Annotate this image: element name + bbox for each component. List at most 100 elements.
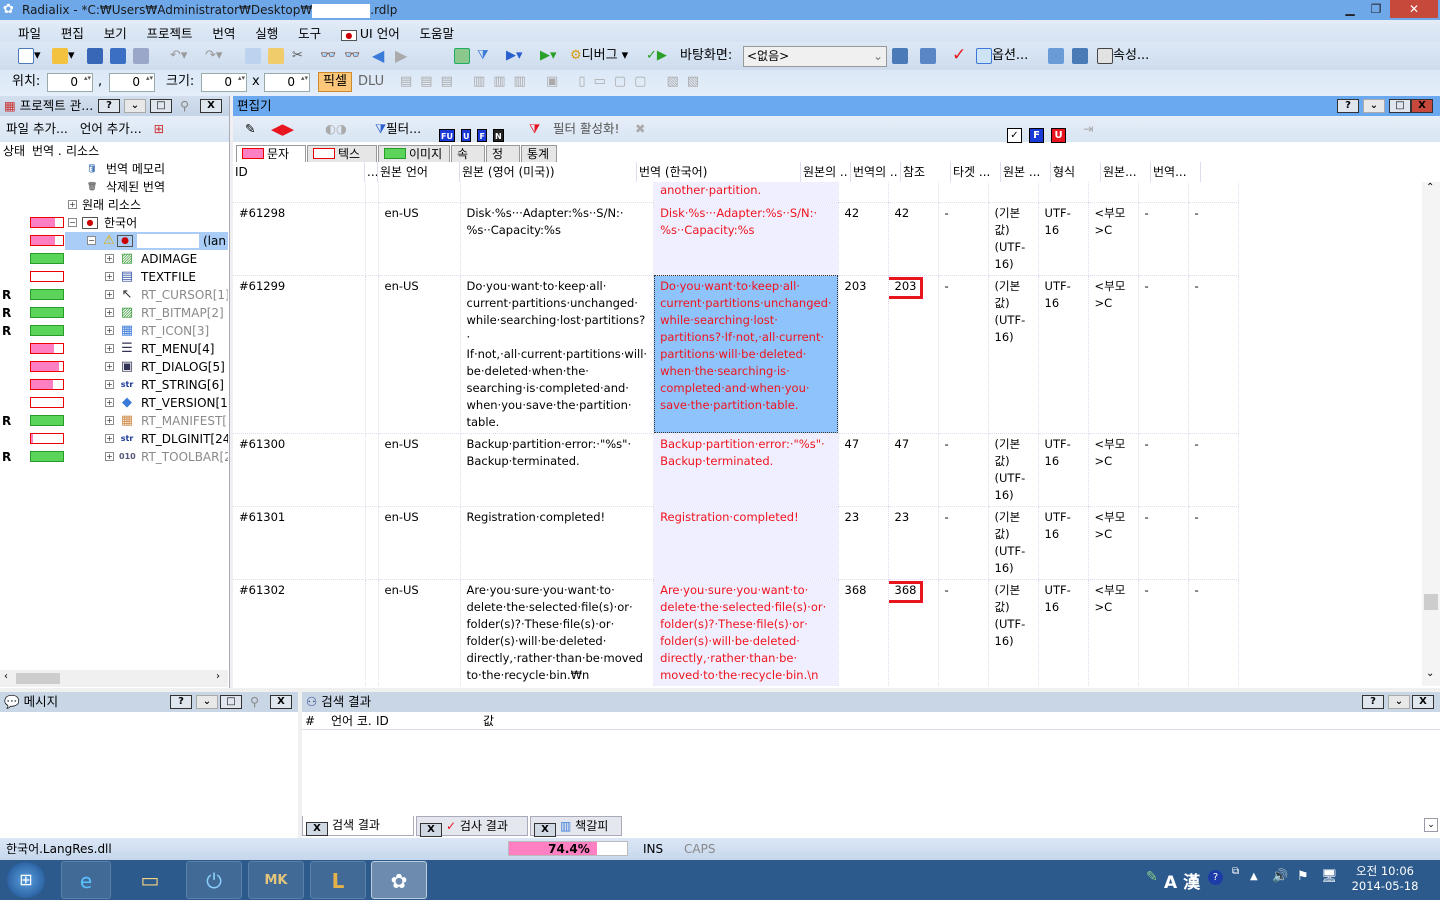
search-close-button[interactable]: X xyxy=(1412,695,1434,709)
column-header[interactable]: 번역의 .. xyxy=(851,162,901,182)
maximize-button[interactable]: □ xyxy=(150,99,172,113)
step-icon[interactable]: ✓▶ xyxy=(646,45,667,67)
column-header[interactable]: 원본... xyxy=(1101,162,1151,182)
open-folder-icon[interactable]: ▾ xyxy=(52,45,75,67)
volume-icon[interactable]: 🔊 xyxy=(1272,869,1288,884)
column-header[interactable]: 원본 언어 xyxy=(378,162,460,182)
dlu-unit-button[interactable]: DLU xyxy=(358,71,384,93)
scroll-up-icon[interactable]: ⌃ xyxy=(1426,182,1434,193)
tree-item[interactable]: R +010 RT_TOOLBAR[2 xyxy=(0,448,228,466)
tree-item[interactable]: − ⚠ ● (lan xyxy=(0,232,228,250)
refresh-icon[interactable] xyxy=(454,45,470,67)
save-icon[interactable] xyxy=(87,45,103,67)
show-checked-toggle[interactable]: ✓ xyxy=(1007,128,1022,143)
column-header[interactable]: 참조 xyxy=(901,162,951,182)
dictionary-icon[interactable] xyxy=(1048,45,1064,67)
help-button[interactable]: ? xyxy=(98,99,120,113)
expand-icon[interactable]: + xyxy=(105,326,114,335)
search-col-number[interactable]: # xyxy=(305,712,315,730)
column-header[interactable]: 원본의 .. xyxy=(801,162,851,182)
column-header[interactable]: 원본 ... xyxy=(1001,162,1051,182)
taskbar-league-icon[interactable]: L xyxy=(310,861,366,899)
editor-maximize-button[interactable]: □ xyxy=(1389,99,1411,113)
desktop-select[interactable]: <없음> ⌄ xyxy=(743,46,887,67)
vertical-scroll-thumb[interactable] xyxy=(1424,594,1438,610)
vertical-scrollbar[interactable]: ⌃ ⌄ xyxy=(1422,182,1440,686)
properties-button[interactable]: 속성... xyxy=(1097,45,1149,67)
messages-help-button[interactable]: ? xyxy=(170,695,192,709)
expand-icon[interactable]: + xyxy=(105,380,114,389)
col-status[interactable]: 상태 xyxy=(3,142,25,160)
debug-button[interactable]: ⚙디버그 ▾ xyxy=(570,45,628,67)
expand-icon[interactable]: + xyxy=(105,398,114,407)
restore-langbar-icon[interactable]: ⧉ xyxy=(1232,866,1239,877)
tab-bookmarks[interactable]: X ▥ 책갈피 xyxy=(530,816,622,837)
clock[interactable]: 오전 10:06 2014-05-18 xyxy=(1350,864,1420,894)
table-row[interactable]: #61301 en-US Registration·completed! Regist… xyxy=(233,506,1239,580)
table-row[interactable]: #61300 en-US Backup·partition·error:·"%s"·… xyxy=(233,433,1239,507)
save-all-icon[interactable] xyxy=(110,45,126,67)
tree-item[interactable]: + ▤ TEXTFILE xyxy=(0,268,228,286)
clear-filter-icon[interactable]: ⧩ xyxy=(529,116,540,142)
editor-close-button[interactable]: X xyxy=(1411,99,1433,113)
tab-5[interactable]: 통계 xyxy=(521,145,557,163)
tree-item[interactable]: + ☰ RT_MENU[4] xyxy=(0,340,228,358)
expand-icon[interactable]: + xyxy=(105,290,114,299)
col-resources[interactable]: 리소스 xyxy=(66,142,99,160)
taskbar-power-icon[interactable]: ⏻ xyxy=(186,861,242,899)
replace-icon[interactable]: 👓 xyxy=(344,45,360,67)
copy-icon[interactable] xyxy=(245,45,261,67)
tree-item[interactable]: + ▨ ADIMAGE xyxy=(0,250,228,268)
tabs-dropdown-icon[interactable]: ⌄ xyxy=(1424,818,1438,832)
show-hidden-icons[interactable]: ▲ xyxy=(1250,871,1258,882)
expand-icon[interactable]: + xyxy=(105,452,114,461)
messages-maximize-button[interactable]: □ xyxy=(220,695,242,709)
tab-3[interactable]: 속성 xyxy=(451,145,485,177)
col-translation[interactable]: 번역 . xyxy=(32,142,62,160)
filter-u-icon[interactable]: U xyxy=(460,129,472,142)
size-height-input[interactable]: 0 xyxy=(264,73,310,92)
position-x-input[interactable]: 0 xyxy=(47,73,93,92)
expand-icon[interactable]: + xyxy=(105,272,114,281)
tree-item[interactable]: − ● 한국어 xyxy=(0,214,228,232)
cell-translation[interactable]: Disk·%s···Adapter:%s··S/N:· %s··Capacity… xyxy=(653,202,839,276)
messages-close-button[interactable]: X xyxy=(270,695,292,709)
help-icon[interactable]: ? xyxy=(1208,870,1223,885)
back-arrow-icon[interactable]: ◀ xyxy=(372,45,384,67)
filter-n-icon[interactable]: N xyxy=(492,129,504,142)
search-col-lang[interactable]: 언어 코. xyxy=(331,712,372,730)
tree-item[interactable]: + ▣ RT_DIALOG[5] xyxy=(0,358,228,376)
column-header[interactable]: 번역... xyxy=(1151,162,1201,182)
run-debug-icon[interactable]: ▶▾ xyxy=(540,45,557,67)
cell-translation[interactable]: Do·you·want·to·keep·all· current·partiti… xyxy=(653,275,839,434)
tree-item[interactable]: + str RT_STRING[6] xyxy=(0,376,228,394)
scroll-right-icon[interactable]: › xyxy=(216,671,220,682)
table-row[interactable]: #61302 en-US Are·you·sure·you·want·to· del… xyxy=(233,579,1239,686)
taskbar-explorer-icon[interactable]: ▭ xyxy=(125,861,175,899)
tree-item[interactable]: + ◆ RT_VERSION[1 xyxy=(0,394,228,412)
tree-item[interactable]: + str RT_DLGINIT[24 xyxy=(0,430,228,448)
action-center-flag-icon[interactable]: ⚑ xyxy=(1297,869,1309,884)
dropdown-button[interactable]: ⌄ xyxy=(124,99,146,113)
redo-icon[interactable]: ↷▾ xyxy=(205,45,222,67)
save-desktop-icon[interactable] xyxy=(892,45,908,67)
tree-item[interactable]: R + ▦ RT_ICON[3] xyxy=(0,322,228,340)
messages-pin-icon[interactable]: ⚲ xyxy=(250,692,259,712)
pixel-unit-button[interactable]: 픽셀 xyxy=(318,72,352,92)
close-panel-button[interactable]: X xyxy=(200,99,222,113)
print-icon[interactable] xyxy=(133,45,149,67)
tree-item[interactable]: 🛢 번역 메모리 xyxy=(0,160,228,178)
tab-4[interactable]: 정보 xyxy=(486,145,520,177)
add-file-button[interactable]: 파일 추가... xyxy=(6,121,68,136)
horizontal-scrollbar[interactable]: ‹ › xyxy=(0,670,228,687)
paste-icon[interactable] xyxy=(268,45,284,67)
options-button[interactable]: 옵션... xyxy=(976,45,1028,67)
taskbar-radialix-icon[interactable]: ✿ xyxy=(371,861,427,899)
expand-icon[interactable]: + xyxy=(105,434,114,443)
size-width-input[interactable]: 0 xyxy=(201,73,247,92)
collapse-icon[interactable]: − xyxy=(68,218,77,227)
dictionary-search-icon[interactable] xyxy=(1072,45,1088,67)
column-header[interactable]: ID xyxy=(233,162,365,182)
column-header[interactable]: 타겟 ... xyxy=(951,162,1001,182)
collapse-icon[interactable]: − xyxy=(87,236,96,245)
